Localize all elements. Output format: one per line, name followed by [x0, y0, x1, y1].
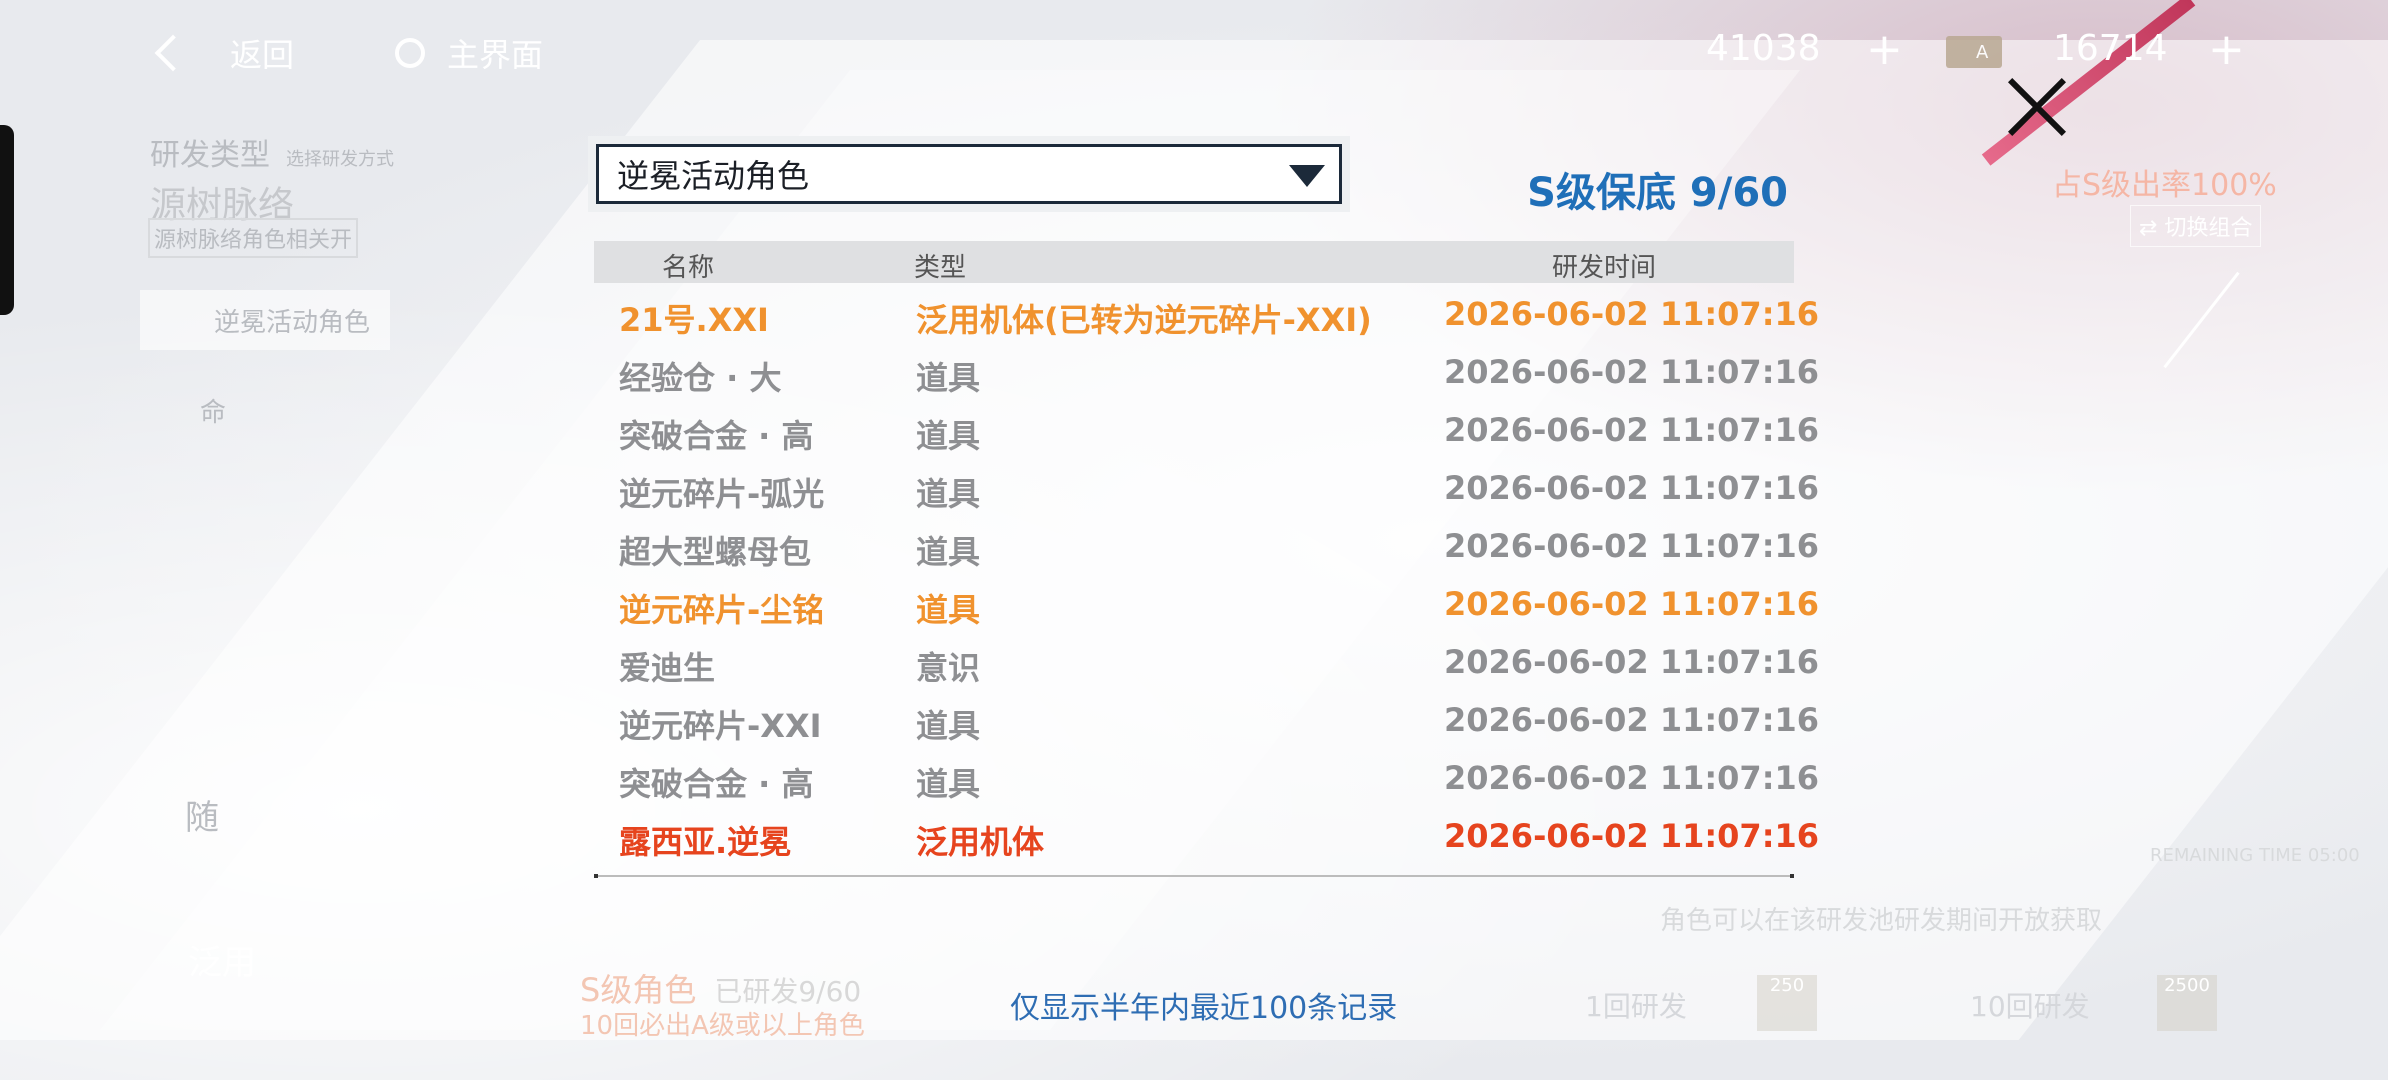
row-name: 逆元碎片-XXI — [619, 707, 822, 745]
row-time: 2026-06-02 11:07:16 — [1444, 295, 1820, 333]
table-bottom-border — [594, 874, 1794, 878]
row-time: 2026-06-02 11:07:16 — [1444, 701, 1820, 739]
table-row: 逆元碎片-尘铭 道具 2026-06-02 11:07:16 — [594, 573, 1819, 631]
switch-combo-button[interactable]: ⇄ 切换组合 — [2130, 205, 2262, 247]
table-body: 21号.XXI 泛用机体(已转为逆元碎片-XXI) 2026-06-02 11:07… — [594, 283, 1819, 863]
row-name: 爱迪生 — [619, 649, 716, 687]
research-history-dialog: 逆冕活动角色 S级保底 9/60 名称 类型 研发时间 21号.XXI 泛用机体(… — [594, 138, 1819, 878]
row-name: 超大型螺母包 — [619, 533, 812, 571]
research-type-label: 研发类型 选择研发方式 — [150, 138, 394, 173]
row-type: 道具 — [916, 765, 981, 803]
column-header-time: 研发时间 — [1552, 253, 1657, 283]
row-time: 2026-06-02 11:07:16 — [1444, 585, 1820, 623]
ticket-icon: 2500 — [2157, 975, 2217, 1031]
table-row: 突破合金 · 高 道具 2026-06-02 11:07:16 — [594, 399, 1819, 457]
ticket-currency-icon: A — [1946, 36, 2002, 68]
table-row: 逆元碎片-XXI 道具 2026-06-02 11:07:16 — [594, 689, 1819, 747]
row-time: 2026-06-02 11:07:16 — [1444, 353, 1820, 391]
row-time: 2026-06-02 11:07:16 — [1444, 643, 1820, 681]
row-type: 泛用机体(已转为逆元碎片-XXI) — [916, 301, 1372, 339]
s-rate-label: 占S级出率100% — [2052, 168, 2277, 203]
row-time: 2026-06-02 11:07:16 — [1444, 411, 1820, 449]
records-note: 仅显示半年内最近100条记录 — [1010, 991, 1398, 1026]
random-label: 随 — [185, 798, 219, 838]
table-row: 超大型螺母包 道具 2026-06-02 11:07:16 — [594, 515, 1819, 573]
row-name: 21号.XXI — [619, 301, 769, 339]
currency-2-amount: 16714 — [2053, 28, 2168, 69]
table-row: 突破合金 · 高 道具 2026-06-02 11:07:16 — [594, 747, 1819, 805]
currency-1-amount: 41038 — [1706, 28, 1821, 69]
add-currency-2-button[interactable]: + — [2208, 24, 2245, 75]
circle-icon — [395, 38, 425, 68]
row-type: 泛用机体 — [916, 823, 1045, 861]
single-pull-button[interactable]: 1回研发 — [1585, 985, 1687, 1025]
side-drawer-handle[interactable] — [0, 125, 14, 315]
row-type: 意识 — [916, 649, 981, 687]
table-row: 经验仓 · 大 道具 2026-06-02 11:07:16 — [594, 341, 1819, 399]
close-icon[interactable] — [2005, 75, 2069, 139]
remaining-time: REMAINING TIME 05:00 — [2150, 845, 2360, 866]
row-time: 2026-06-02 11:07:16 — [1444, 817, 1820, 855]
table-row: 露西亚.逆冕 泛用机体 2026-06-02 11:07:16 — [594, 805, 1819, 863]
chevron-left-icon — [154, 34, 192, 72]
row-time: 2026-06-02 11:07:16 — [1444, 527, 1820, 565]
pool-select-dropdown[interactable]: 逆冕活动角色 — [596, 144, 1342, 204]
pool-subtitle: 源树脉络角色相关开 — [148, 218, 359, 258]
pool-tab-selected[interactable]: 逆冕活动角色 — [140, 290, 390, 350]
row-type: 道具 — [916, 533, 981, 571]
row-type: 道具 — [916, 591, 981, 629]
row-time: 2026-06-02 11:07:16 — [1444, 469, 1820, 507]
add-currency-1-button[interactable]: + — [1866, 24, 1903, 75]
row-name: 突破合金 · 高 — [619, 765, 814, 803]
column-header-type: 类型 — [914, 253, 967, 283]
row-type: 道具 — [916, 707, 981, 745]
row-name: 经验仓 · 大 — [619, 359, 782, 397]
home-button[interactable]: 主界面 — [395, 30, 543, 76]
table-row: 逆元碎片-弧光 道具 2026-06-02 11:07:16 — [594, 457, 1819, 515]
table-row: 爱迪生 意识 2026-06-02 11:07:16 — [594, 631, 1819, 689]
ten-pull-button[interactable]: 10回研发 — [1970, 985, 2090, 1025]
pool-note: 角色可以在该研发池研发期间开放获取 — [1660, 906, 2103, 936]
table-row: 21号.XXI 泛用机体(已转为逆元碎片-XXI) 2026-06-02 11:07… — [594, 283, 1819, 341]
dropdown-arrow-icon — [1289, 165, 1325, 187]
table-header: 名称 类型 研发时间 — [594, 241, 1794, 283]
back-button[interactable]: 返回 — [154, 30, 294, 76]
row-name: 逆元碎片-尘铭 — [619, 591, 825, 629]
row-type: 道具 — [916, 475, 981, 513]
row-type: 道具 — [916, 359, 981, 397]
pity-counter: S级保底 9/60 — [1527, 170, 1788, 216]
row-name: 突破合金 · 高 — [619, 417, 814, 455]
ten-pull-guarantee: 10回必出A级或以上角色 — [580, 1011, 865, 1041]
general-tab[interactable]: 泛用 — [188, 935, 256, 984]
row-name: 逆元碎片-弧光 — [619, 475, 825, 513]
row-type: 道具 — [916, 417, 981, 455]
row-time: 2026-06-02 11:07:16 — [1444, 759, 1820, 797]
column-header-name: 名称 — [662, 253, 715, 283]
history-table: 名称 类型 研发时间 21号.XXI 泛用机体(已转为逆元碎片-XXI) 2026-… — [594, 241, 1819, 863]
pool-tab-other[interactable]: 命 — [200, 392, 226, 429]
row-name: 露西亚.逆冕 — [619, 823, 792, 861]
ticket-icon: 250 — [1757, 975, 1817, 1031]
